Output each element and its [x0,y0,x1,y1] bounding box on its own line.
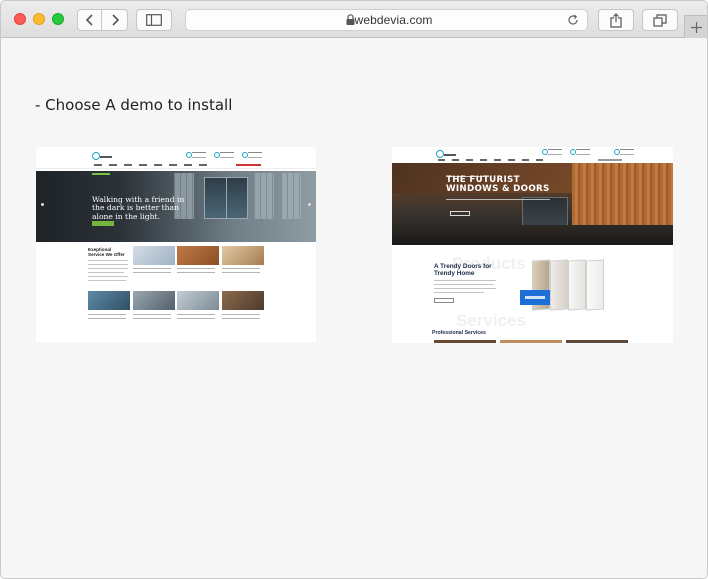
demo-2-text-line [434,284,494,285]
tabs-overview-button[interactable] [642,9,678,31]
demo-1-info [242,152,262,158]
demo-2-logo [436,150,456,158]
demo-1-hero-button [92,221,114,226]
demo-2-info [542,149,562,155]
browser-window: webdevia.com - Choose A demo to install [0,0,708,579]
demo-1-slider-arrow [41,203,44,206]
demo-1-card-text [133,268,171,269]
demo-1-logo [92,152,112,160]
demo-2-hero-ground [392,225,673,245]
demo-2-badge [520,290,550,305]
minimize-window-button[interactable] [33,13,45,25]
tabs-icon [653,13,667,27]
demo-1-hero-text: Walking with a friend in the dark is bet… [92,195,185,221]
demo-1-hero-tag [92,173,110,175]
demo-thumbnail-1[interactable]: Walking with a friend in the dark is bet… [36,147,316,342]
demo-1-door [204,177,248,219]
demo-1-slider-arrow [308,203,311,206]
demo-2-nav-search [598,159,622,161]
demo-2-hero-subtitle [446,199,550,200]
demo-1-service-card [133,246,175,265]
browser-toolbar: webdevia.com [1,1,707,38]
demo-1-body [36,243,316,342]
demo-1-card-text [222,318,260,319]
demo-1-card-text [177,318,215,319]
forward-button[interactable] [102,9,128,31]
demo-2-text-line [434,292,484,293]
demo-1-text-line [88,264,128,265]
demo-2-nav [438,159,550,161]
page-heading: - Choose A demo to install [35,96,233,114]
demo-2-service-image [566,340,628,343]
demo-1-info [214,152,234,158]
demo-2-hero-title-text: THE FUTURIST WINDOWS & DOORS [446,175,550,195]
demo-1-window [254,173,274,219]
address-bar[interactable]: webdevia.com [185,9,588,31]
demo-1-card-text [177,272,215,273]
demo-2-hero-title: THE FUTURIST WINDOWS & DOORS [446,175,566,195]
demo-2-section-button [434,298,454,303]
demo-1-nav [94,164,214,166]
lock-icon [346,14,355,25]
plus-icon [690,21,702,33]
demo-1-card-text [133,318,171,319]
demo-1-header [36,147,316,169]
demo-1-window [281,173,301,219]
demo-1-service-card [88,291,130,310]
demo-1-section-title: Exeptional Service We Offer [88,247,125,257]
demo-1-card-text [222,268,260,269]
demo-1-service-card [177,291,219,310]
sidebar-button[interactable] [136,9,172,31]
demo-2-door-image [568,259,586,311]
demo-2-door-image [550,259,568,311]
demo-1-text-line [88,260,128,261]
demo-2-ghost-heading: Services [456,311,526,330]
back-button[interactable] [77,9,102,31]
demo-1-card-text [88,314,126,315]
demo-1-text-line [88,272,124,273]
demo-1-card-text [133,272,171,273]
demo-2-info [570,149,590,155]
close-window-button[interactable] [14,13,26,25]
demo-1-info [186,152,206,158]
sidebar-icon [146,14,162,26]
demo-1-card-text [133,314,171,315]
demo-2-section-title: A Trendy Doors for Trendy Home [434,263,492,277]
demo-2-text-line [434,280,496,281]
page-content: - Choose A demo to install Walking with … [1,39,707,578]
demo-2-hero-button [450,211,470,216]
reload-icon[interactable] [567,14,579,26]
demo-1-text-line [88,268,128,269]
demo-2-services-title: Professional Services [432,330,486,336]
demo-2-service-image [500,340,562,343]
share-button[interactable] [598,9,634,31]
back-icon [85,14,93,26]
zoom-window-button[interactable] [52,13,64,25]
demo-1-card-text [177,314,215,315]
demo-2-door-image [586,259,604,311]
new-tab-button[interactable] [684,15,707,38]
demo-2-service-image [434,340,496,343]
forward-icon [111,14,119,26]
demo-1-service-card [177,246,219,265]
demo-1-card-text [222,314,260,315]
demo-1-text-line [88,280,126,281]
demo-1-service-card [133,291,175,310]
demo-2-text-line [434,288,496,289]
demo-1-nav-flag [236,164,261,166]
demo-1-card-text [222,272,260,273]
demo-thumbnail-2[interactable]: THE FUTURIST WINDOWS & DOORS Products A … [392,147,673,343]
demo-1-card-text [177,268,215,269]
demo-1-text-line [88,276,128,277]
demo-1-service-card [222,246,264,265]
demo-2-header [392,147,673,163]
demo-1-service-card [222,291,264,310]
demo-2-info [614,149,634,155]
demo-1-card-text [88,318,126,319]
share-icon [610,12,622,28]
